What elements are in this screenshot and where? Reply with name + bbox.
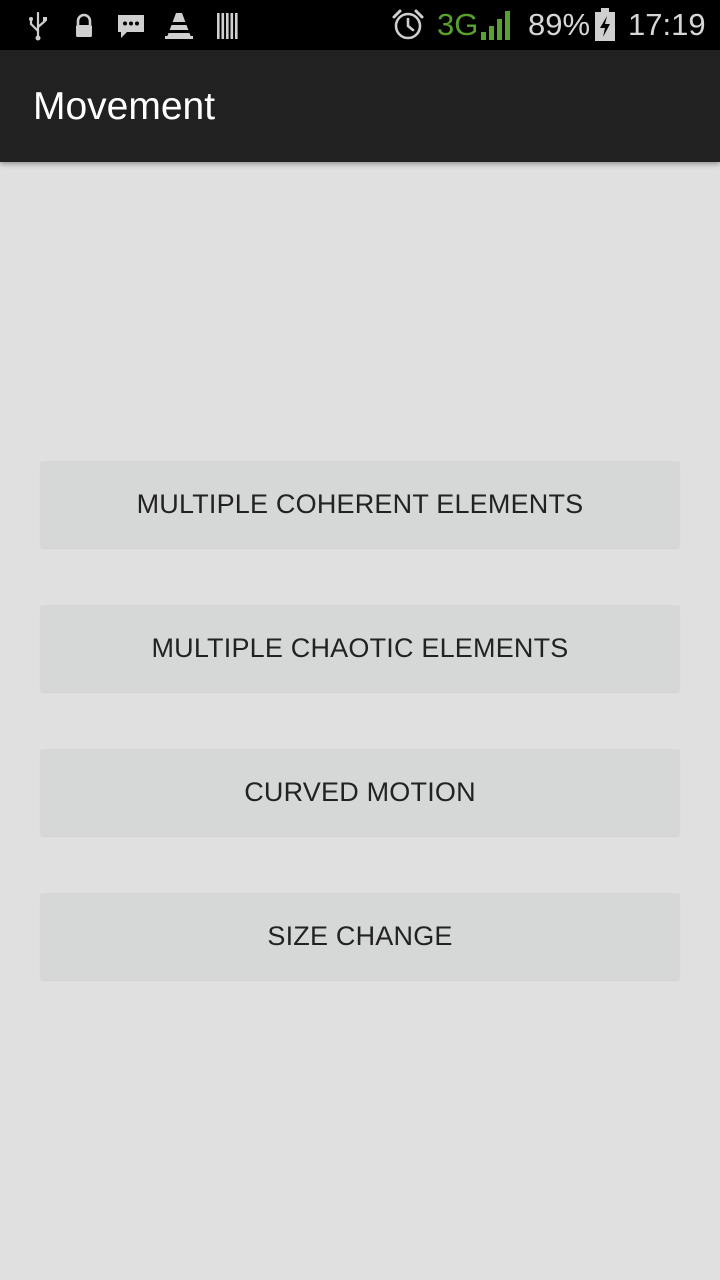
barcode-icon <box>217 13 238 39</box>
multiple-chaotic-elements-button[interactable]: MULTIPLE CHAOTIC ELEMENTS <box>40 605 680 692</box>
network-type-label: 3G <box>437 7 479 42</box>
curved-motion-button[interactable]: CURVED MOTION <box>40 749 680 836</box>
vlc-cone-icon <box>165 13 193 39</box>
action-bar: Movement <box>0 50 720 162</box>
size-change-button[interactable]: SIZE CHANGE <box>40 893 680 980</box>
alarm-clock-icon <box>392 9 424 40</box>
multiple-coherent-elements-button[interactable]: MULTIPLE COHERENT ELEMENTS <box>40 461 680 548</box>
signal-bars-icon <box>481 11 510 40</box>
lock-icon <box>76 13 92 37</box>
main-content: MULTIPLE COHERENT ELEMENTS MULTIPLE CHAO… <box>0 162 720 1280</box>
clock-time: 17:19 <box>628 7 706 42</box>
status-bar: 3G 89% 17:19 <box>0 0 720 50</box>
message-icon <box>118 15 144 38</box>
usb-icon <box>29 11 47 41</box>
page-title: Movement <box>33 85 216 128</box>
battery-percent-label: 89% <box>528 7 591 42</box>
battery-charging-icon <box>595 8 615 41</box>
